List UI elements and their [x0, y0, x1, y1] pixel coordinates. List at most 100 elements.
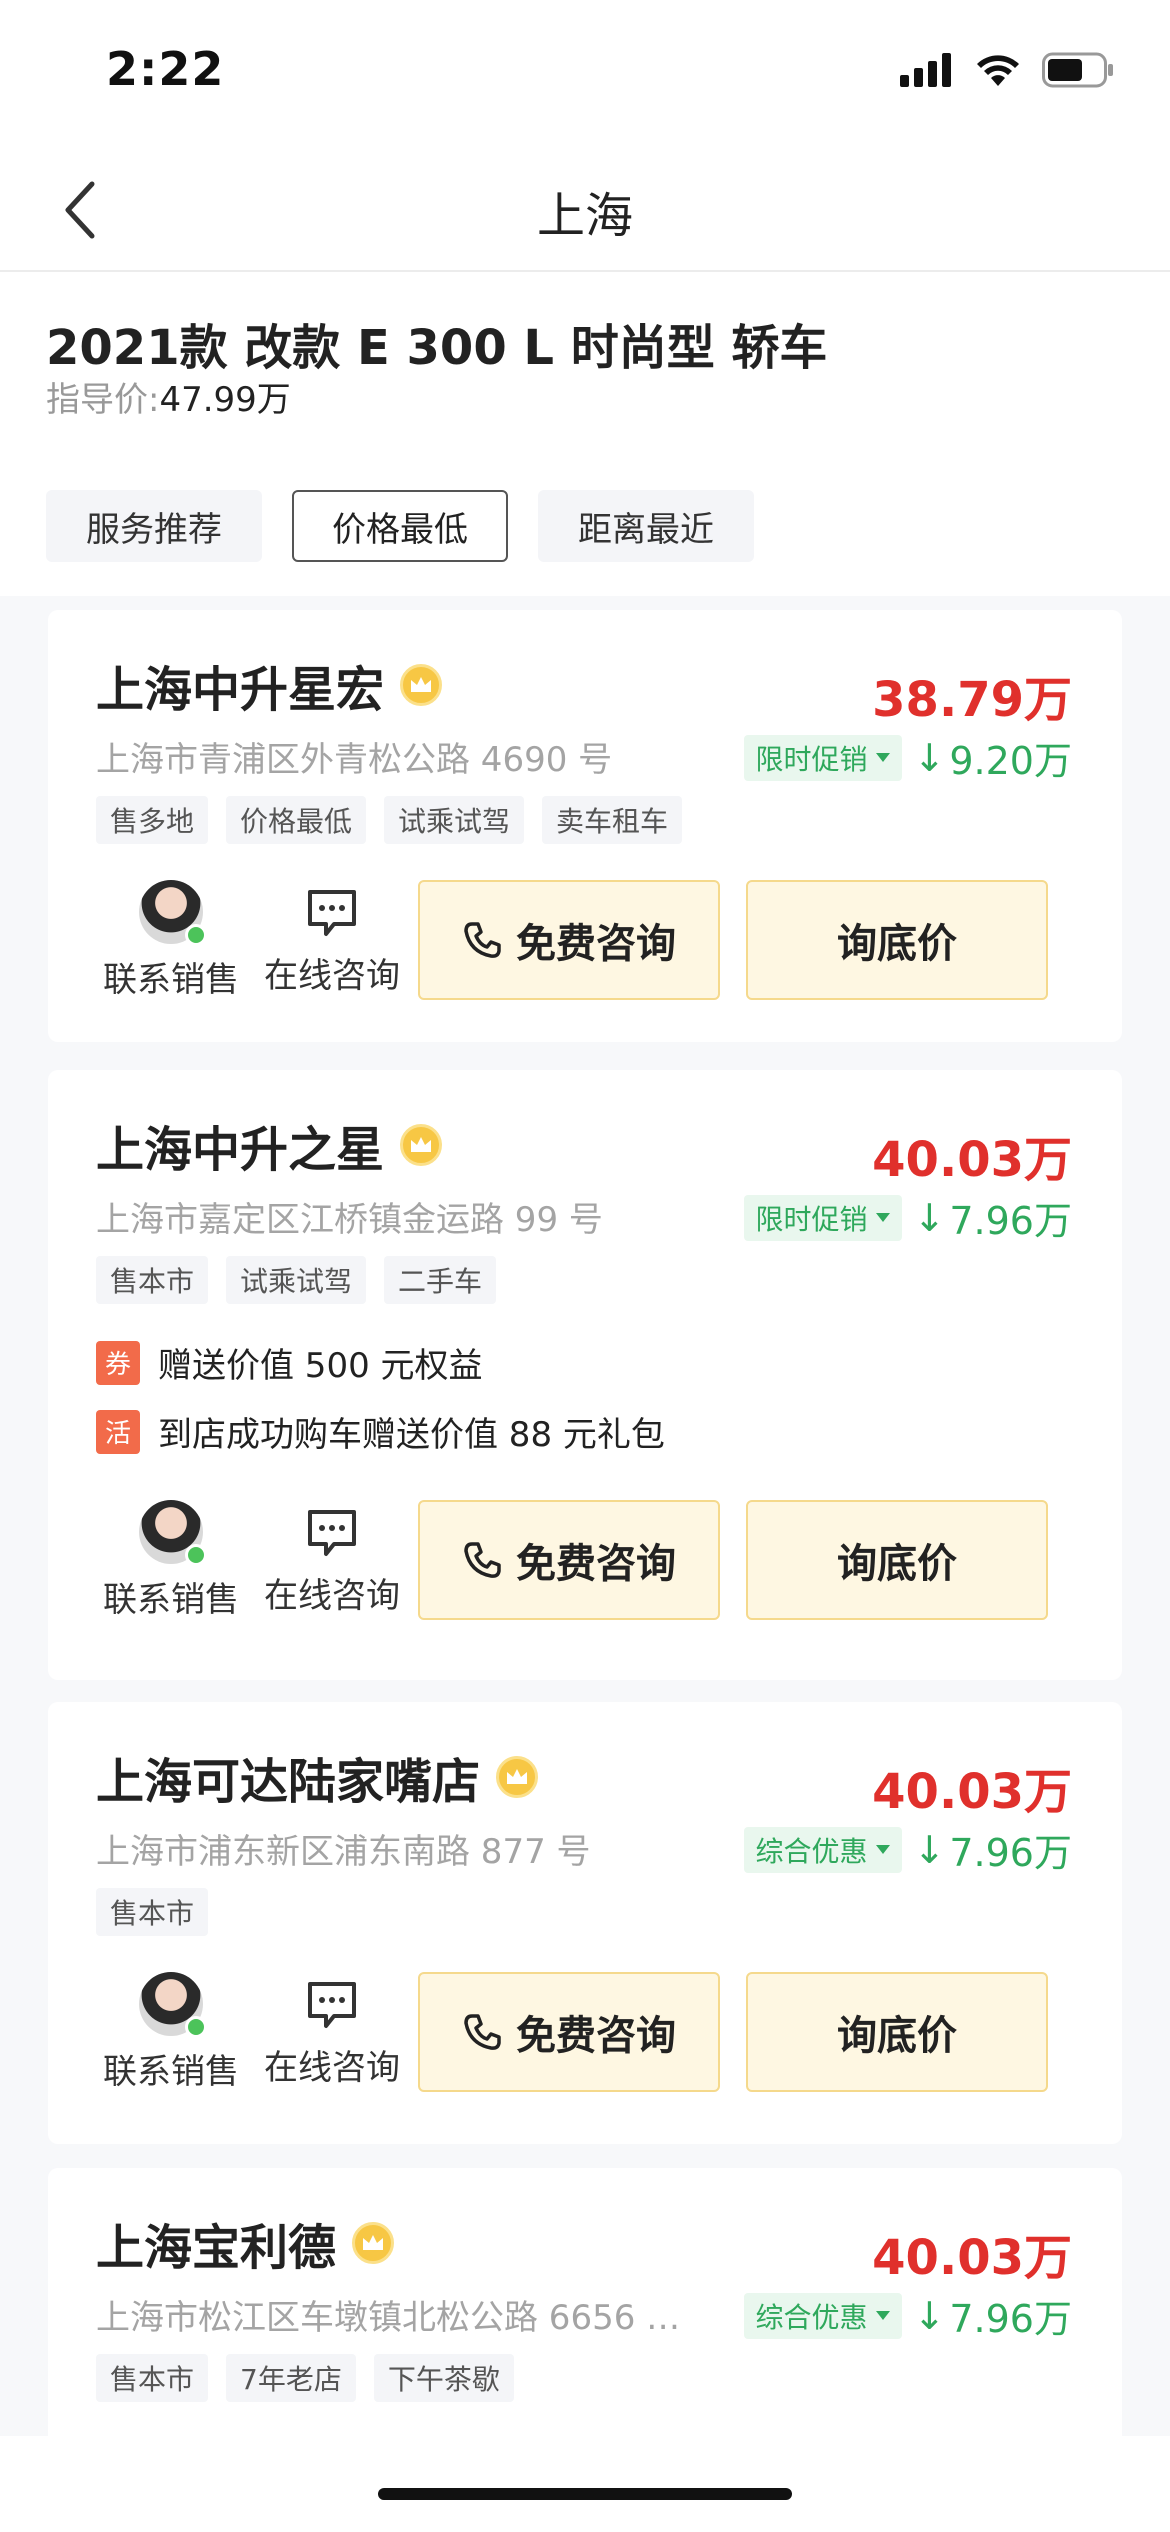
coupon-icon: 券	[96, 1340, 140, 1385]
dealer-address: 上海市松江区车墩镇北松公路 6656 …	[96, 2298, 681, 2338]
perk-item: 活 到店成功购车赠送价值 88 元礼包	[96, 1407, 665, 1456]
perk-text: 赠送价值 500 元权益	[158, 1346, 483, 1386]
contact-sales-label: 联系销售	[103, 2051, 239, 2092]
phone-icon	[464, 922, 501, 958]
triangle-down-icon	[875, 753, 890, 762]
dealer-card[interactable]: 上海宝利德 上海市松江区车墩镇北松公路 6656 … 40.03万 综合优惠 ↓…	[48, 2168, 1122, 2436]
dealer-tags: 售本市	[96, 1888, 209, 1936]
dealer-address: 上海市浦东新区浦东南路 877 号	[96, 1832, 591, 1872]
arrow-down-icon: ↓	[913, 735, 946, 780]
tag: 下午茶歇	[373, 2354, 514, 2402]
dealer-card[interactable]: 上海可达陆家嘴店 上海市浦东新区浦东南路 877 号 40.03万 综合优惠 ↓…	[48, 1702, 1122, 2144]
wifi-icon	[977, 55, 1019, 86]
phone-icon	[464, 1542, 501, 1578]
free-consult-label: 免费咨询	[516, 2013, 676, 2059]
dealer-name: 上海可达陆家嘴店	[96, 1742, 539, 1812]
arrow-down-icon: ↓	[913, 1195, 946, 1240]
crown-icon	[496, 1756, 539, 1798]
tag: 价格最低	[226, 796, 367, 844]
dealer-tags: 售本市 7年老店 下午茶歇	[96, 2354, 514, 2402]
promo-badge[interactable]: 限时促销	[743, 734, 902, 781]
triangle-down-icon	[875, 2311, 890, 2320]
dealer-price: 40.03万	[872, 1764, 1072, 1820]
battery-icon	[1042, 52, 1113, 88]
discount: ↓ 7.96万	[914, 2288, 1072, 2343]
guide-price-value: 47.99万	[159, 380, 291, 420]
contact-sales-label: 联系销售	[103, 959, 239, 1000]
dealer-price: 40.03万	[872, 1132, 1072, 1188]
contact-sales-button[interactable]: 联系销售	[96, 1971, 246, 2093]
discount-value: 7.96万	[949, 1199, 1072, 1243]
page-title: 上海	[536, 188, 633, 244]
tag: 试乘试驾	[384, 796, 525, 844]
promo-badge[interactable]: 综合优惠	[743, 1826, 902, 1873]
crown-icon	[400, 1124, 443, 1166]
dealer-card[interactable]: 上海中升之星 上海市嘉定区江桥镇金运路 99 号 40.03万 限时促销 ↓ 7.…	[48, 1070, 1122, 1680]
home-indicator[interactable]	[378, 2488, 792, 2500]
online-consult-button[interactable]: 在线咨询	[246, 1504, 418, 1617]
dealer-list: 上海中升星宏 上海市青浦区外青松公路 4690 号 38.79万 限时促销 ↓ 9…	[0, 596, 1170, 2436]
ask-lowest-price-label: 询底价	[837, 1541, 957, 1587]
promo-label: 综合优惠	[755, 2300, 868, 2334]
discount: ↓ 7.96万	[914, 1190, 1072, 1245]
dealer-price: 40.03万	[872, 2230, 1072, 2286]
avatar	[139, 1499, 207, 1566]
dealer-name-text: 上海中升星宏	[96, 662, 385, 718]
triangle-down-icon	[875, 1213, 890, 1222]
tag: 售本市	[96, 1888, 209, 1936]
promo-badge[interactable]: 限时促销	[743, 1194, 902, 1241]
dealer-actions: 联系销售 在线咨询 免费咨询 询底价	[96, 1971, 1076, 2093]
promo-row: 综合优惠 ↓ 7.96万	[743, 1822, 1072, 1877]
dealer-name: 上海中升之星	[96, 1110, 443, 1180]
discount: ↓ 7.96万	[914, 1822, 1072, 1877]
perk-text: 到店成功购车赠送价值 88 元礼包	[158, 1415, 665, 1455]
dealer-address: 上海市青浦区外青松公路 4690 号	[96, 740, 613, 780]
promo-label: 限时促销	[755, 1202, 868, 1236]
online-consult-label: 在线咨询	[264, 2047, 400, 2088]
dealer-price: 38.79万	[872, 672, 1072, 728]
guide-price-label: 指导价:	[46, 380, 160, 420]
tag: 7年老店	[226, 2354, 356, 2402]
ask-lowest-price-button[interactable]: 询底价	[746, 1972, 1048, 2092]
dealer-actions: 联系销售 在线咨询 免费咨询 询底价	[96, 1499, 1076, 1621]
online-consult-button[interactable]: 在线咨询	[246, 884, 418, 997]
cellular-signal-icon	[900, 53, 951, 87]
free-consult-button[interactable]: 免费咨询	[418, 1500, 720, 1620]
discount-value: 7.96万	[949, 2297, 1072, 2341]
tab-lowest-price[interactable]: 价格最低	[292, 490, 508, 562]
discount: ↓ 9.20万	[914, 730, 1072, 785]
tag: 二手车	[384, 1256, 497, 1304]
tab-service-recommend[interactable]: 服务推荐	[46, 490, 262, 562]
arrow-down-icon: ↓	[913, 1827, 946, 1872]
wechat-icon	[185, 923, 207, 946]
promo-badge[interactable]: 综合优惠	[743, 2292, 902, 2339]
free-consult-label: 免费咨询	[516, 921, 676, 967]
free-consult-button[interactable]: 免费咨询	[418, 1972, 720, 2092]
tab-nearest[interactable]: 距离最近	[538, 490, 754, 562]
dealer-perks: 券 赠送价值 500 元权益 活 到店成功购车赠送价值 88 元礼包	[96, 1338, 665, 1456]
tag: 卖车租车	[542, 796, 683, 844]
dealer-tags: 售多地 价格最低 试乘试驾 卖车租车	[96, 796, 683, 844]
chat-bubble-icon	[308, 1981, 356, 2028]
contact-sales-button[interactable]: 联系销售	[96, 1499, 246, 1621]
ask-lowest-price-button[interactable]: 询底价	[746, 880, 1048, 1000]
ask-lowest-price-label: 询底价	[837, 2013, 957, 2059]
free-consult-button[interactable]: 免费咨询	[418, 880, 720, 1000]
nav-bar: 上海	[0, 140, 1170, 272]
online-consult-label: 在线咨询	[264, 1575, 400, 1616]
avatar	[139, 1971, 207, 2038]
free-consult-label: 免费咨询	[516, 1541, 676, 1587]
dealer-name: 上海中升星宏	[96, 650, 443, 720]
phone-icon	[464, 2014, 501, 2050]
online-consult-button[interactable]: 在线咨询	[246, 1976, 418, 2089]
contact-sales-button[interactable]: 联系销售	[96, 879, 246, 1001]
crown-icon	[352, 2222, 395, 2264]
ask-lowest-price-button[interactable]: 询底价	[746, 1500, 1048, 1620]
discount-value: 9.20万	[949, 739, 1072, 783]
wechat-icon	[185, 1543, 207, 1566]
contact-sales-label: 联系销售	[103, 1579, 239, 1620]
online-consult-label: 在线咨询	[264, 955, 400, 996]
guide-price: 指导价:47.99万	[46, 372, 291, 421]
dealer-address: 上海市嘉定区江桥镇金运路 99 号	[96, 1200, 603, 1240]
dealer-card[interactable]: 上海中升星宏 上海市青浦区外青松公路 4690 号 38.79万 限时促销 ↓ 9…	[48, 610, 1122, 1042]
